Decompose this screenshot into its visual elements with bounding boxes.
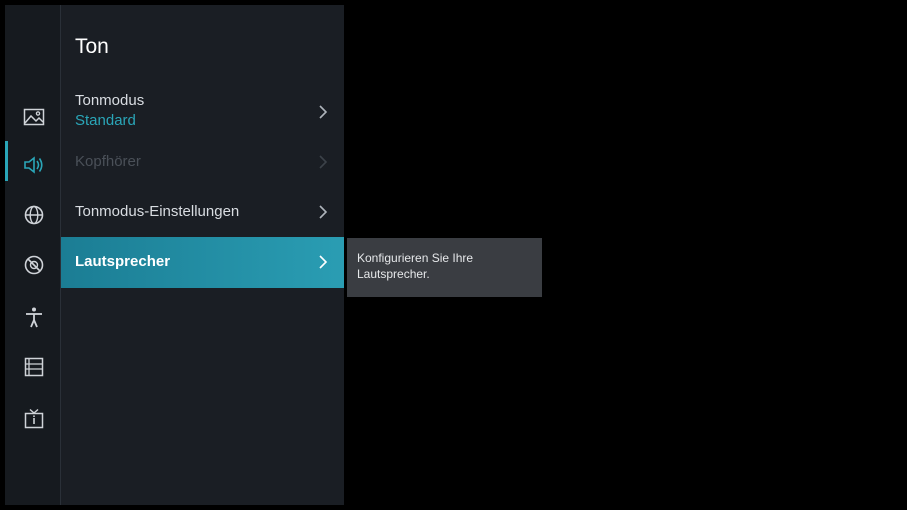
picture-icon[interactable] [22,105,46,129]
active-indicator [5,141,8,181]
chevron-right-icon [319,105,328,119]
menu-item-kopfhoerer: Kopfhörer [61,145,344,181]
menu-item-label: Tonmodus-Einstellungen [75,203,240,220]
chevron-right-icon [319,155,328,169]
menu-item-tonmodus-einstellungen[interactable]: Tonmodus-Einstellungen [61,195,344,231]
menu-item-label: Tonmodus [75,92,145,109]
network-icon[interactable] [22,203,46,227]
general-icon[interactable] [22,253,46,277]
description-tooltip: Konfigurieren Sie Ihre Lautsprecher. [347,238,542,297]
tv-info-icon[interactable] [22,407,46,431]
menu-item-value: Standard [75,112,136,129]
sidebar [5,5,60,505]
chevron-right-icon [319,205,328,219]
settings-panel: Ton Tonmodus Standard Kopfhörer Tonmodus… [61,5,344,505]
accessibility-icon[interactable] [22,305,46,329]
chevron-right-icon [319,255,328,269]
page-title: Ton [75,35,109,58]
sound-icon[interactable] [22,153,46,177]
menu-item-label: Lautsprecher [75,253,171,270]
menu-item-tonmodus[interactable]: Tonmodus Standard [61,89,344,139]
tooltip-text: Konfigurieren Sie Ihre Lautsprecher. [357,251,474,281]
menu-item-lautsprecher[interactable]: Lautsprecher [61,237,344,288]
tv-settings-screen: Ton Tonmodus Standard Kopfhörer Tonmodus… [0,0,907,510]
apps-list-icon[interactable] [22,355,46,379]
menu-item-label: Kopfhörer [75,153,141,170]
